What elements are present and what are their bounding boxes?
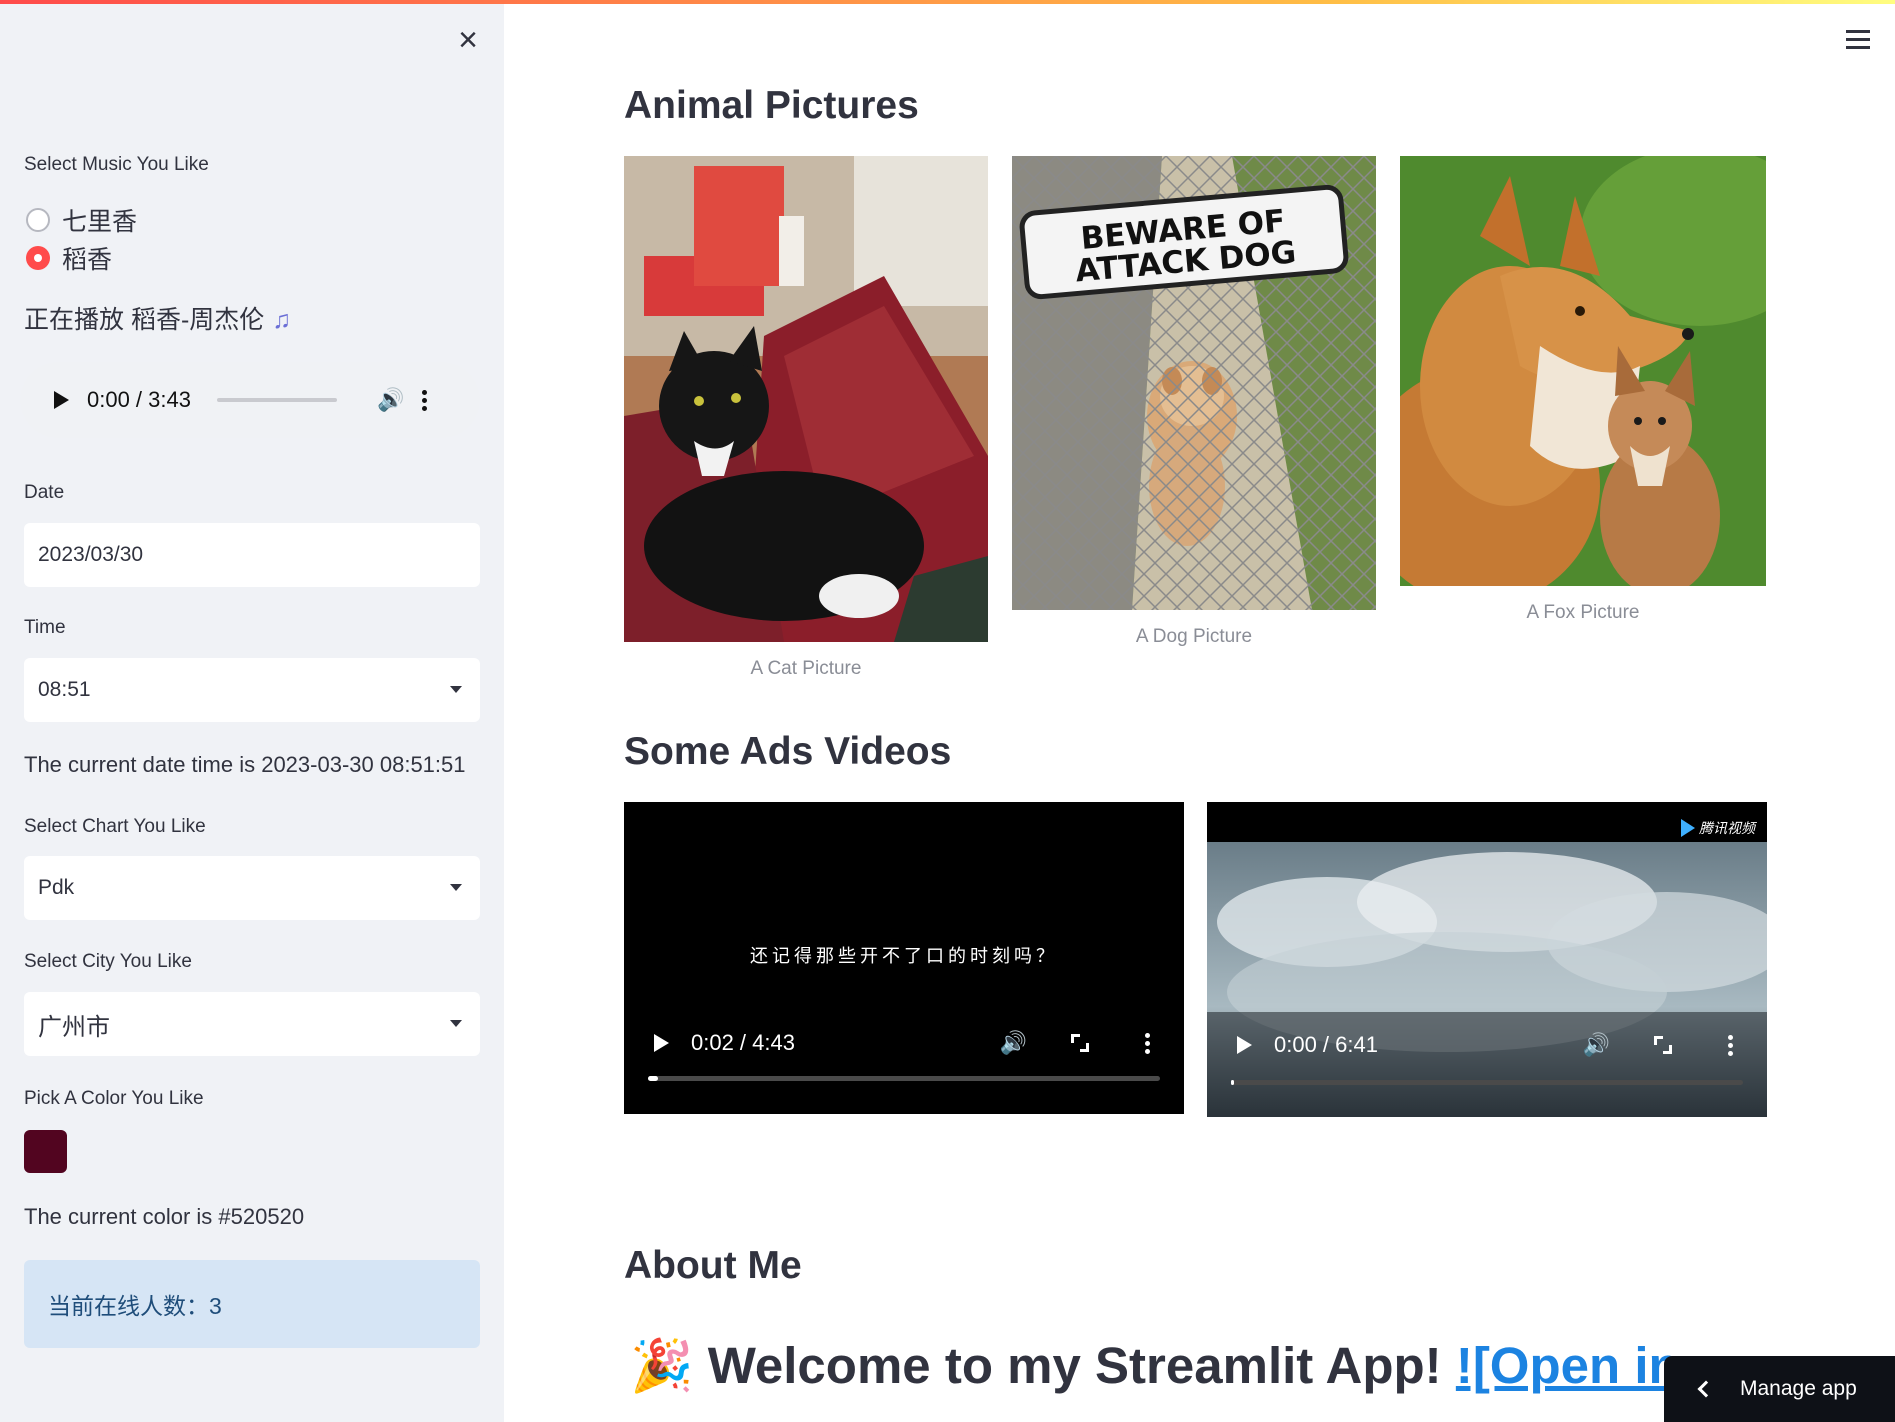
city-select[interactable]: 广州市 <box>24 992 480 1056</box>
hamburger-menu-icon[interactable] <box>1846 30 1870 50</box>
radio-label: 七里香 <box>62 208 138 236</box>
color-label: Pick A Color You Like <box>24 1088 204 1109</box>
video1-progress-fill <box>648 1076 659 1081</box>
party-popper-icon: 🎉 <box>630 1337 694 1394</box>
radio-button-checked[interactable] <box>26 246 50 270</box>
chevron-left-icon <box>1697 1380 1715 1398</box>
video2-time: 0:00 / 6:41 <box>1274 1032 1378 1057</box>
manage-app-button[interactable]: Manage app <box>1664 1356 1895 1422</box>
play-icon[interactable] <box>1237 1036 1252 1054</box>
volume-icon[interactable]: 🔊 <box>377 387 404 413</box>
chevron-down-icon <box>450 884 462 891</box>
online-count-info: 当前在线人数：3 <box>24 1260 480 1348</box>
dog-picture: BEWARE OF ATTACK DOG <box>1012 156 1376 610</box>
radio-option-daoxiang[interactable]: 稻香 <box>26 240 112 276</box>
fox-picture <box>1400 156 1766 586</box>
time-select[interactable]: 08:51 <box>24 658 480 722</box>
video-player-2[interactable]: 腾讯视频 0:00 / 6:41 🔊 <box>1207 802 1767 1117</box>
music-label: Select Music You Like <box>24 154 209 175</box>
music-note-icon: ♫ <box>272 306 292 334</box>
datetime-text: The current date time is 2023-03-30 08:5… <box>24 752 466 777</box>
chevron-down-icon <box>450 1020 462 1027</box>
radio-label: 稻香 <box>62 246 113 274</box>
play-icon[interactable] <box>654 1034 669 1052</box>
chevron-down-icon <box>450 686 462 693</box>
top-decoration-bar <box>0 0 1895 4</box>
date-value: 2023/03/30 <box>38 543 144 566</box>
tencent-video-logo: 腾讯视频 <box>1681 818 1755 838</box>
more-options-icon[interactable] <box>422 389 428 411</box>
cat-picture <box>624 156 988 642</box>
animal-pictures-heading: Animal Pictures <box>624 84 919 127</box>
welcome-text: Welcome to my Streamlit App! <box>707 1337 1456 1394</box>
fullscreen-icon[interactable] <box>1654 1036 1672 1054</box>
city-value: 广州市 <box>38 1013 110 1041</box>
video2-controls: 0:00 / 6:41 🔊 <box>1207 1032 1767 1058</box>
video2-progress-fill <box>1231 1080 1234 1085</box>
video1-subtitle: 还记得那些开不了口的时刻吗？ <box>750 946 1058 966</box>
open-in-link[interactable]: ![Open in <box>1456 1337 1680 1394</box>
dog-caption: A Dog Picture <box>1135 626 1253 647</box>
online-count-text: 当前在线人数：3 <box>48 1293 222 1319</box>
video1-time: 0:02 / 4:43 <box>691 1030 795 1055</box>
now-playing-text: 正在播放 稻香-周杰伦 ♫ <box>24 300 291 336</box>
radio-button-unchecked[interactable] <box>26 208 50 232</box>
welcome-heading: 🎉 Welcome to my Streamlit App! ![Open in <box>630 1336 1680 1396</box>
video1-controls: 0:02 / 4:43 🔊 <box>624 1030 1184 1056</box>
now-playing-label: 正在播放 稻香-周杰伦 <box>24 306 265 334</box>
volume-icon[interactable]: 🔊 <box>1000 1030 1027 1056</box>
video1-progress-bar[interactable] <box>648 1076 1160 1081</box>
about-me-heading: About Me <box>624 1244 802 1287</box>
play-icon[interactable] <box>54 391 69 409</box>
radio-option-qilixiang[interactable]: 七里香 <box>26 202 137 238</box>
volume-icon[interactable]: 🔊 <box>1583 1032 1610 1058</box>
ads-videos-heading: Some Ads Videos <box>624 730 952 773</box>
fox-caption: A Fox Picture <box>1526 602 1640 623</box>
tencent-logo-text: 腾讯视频 <box>1699 820 1755 836</box>
audio-seek-bar[interactable] <box>216 398 337 402</box>
manage-app-label: Manage app <box>1740 1377 1857 1400</box>
more-options-icon[interactable] <box>1145 1032 1150 1054</box>
cat-caption: A Cat Picture <box>750 658 862 679</box>
audio-time: 0:00 / 3:43 <box>87 387 191 412</box>
city-label: Select City You Like <box>24 951 192 972</box>
fullscreen-icon[interactable] <box>1071 1034 1089 1052</box>
date-input[interactable]: 2023/03/30 <box>24 523 480 587</box>
close-sidebar-button[interactable]: × <box>452 23 484 57</box>
more-options-icon[interactable] <box>1728 1034 1733 1056</box>
tencent-logo-icon <box>1681 819 1695 837</box>
color-text: The current color is #520520 <box>24 1204 305 1229</box>
sidebar: × Select Music You Like 七里香 稻香 正在播放 稻香-周… <box>0 0 504 1422</box>
chart-label: Select Chart You Like <box>24 816 206 837</box>
chart-value: Pdk <box>38 876 75 899</box>
color-picker-swatch[interactable] <box>24 1130 67 1173</box>
date-label: Date <box>24 482 65 503</box>
time-value: 08:51 <box>38 678 91 701</box>
audio-player[interactable]: 0:00 / 3:43 🔊 <box>20 362 480 438</box>
video-player-1[interactable]: 还记得那些开不了口的时刻吗？ 0:02 / 4:43 🔊 <box>624 802 1184 1114</box>
time-label: Time <box>24 617 66 638</box>
chart-select[interactable]: Pdk <box>24 856 480 920</box>
video2-progress-bar[interactable] <box>1231 1080 1743 1085</box>
